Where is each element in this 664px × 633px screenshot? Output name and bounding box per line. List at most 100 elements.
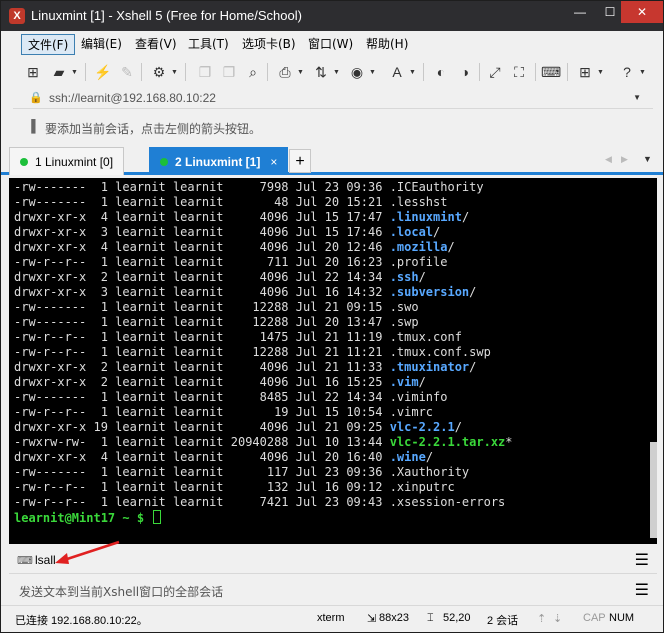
file-meta: -rw-r--r-- 1 learnit learnit 7421 Jul 23… bbox=[14, 495, 390, 509]
scroll-up-icon[interactable]: ⇡ bbox=[537, 612, 546, 625]
terminal-line: drwxr-xr-x 2 learnit learnit 4096 Jul 21… bbox=[14, 360, 476, 375]
menu-help[interactable]: 帮助(H) bbox=[360, 34, 414, 55]
chevron-down-icon[interactable]: ▼ bbox=[633, 93, 641, 102]
address-bar[interactable]: 🔒 ssh://learnit@192.168.80.10:22 ▼ bbox=[13, 87, 653, 109]
toolbar-separator bbox=[185, 63, 186, 81]
file-meta: -rw------- 1 learnit learnit 12288 Jul 2… bbox=[14, 300, 390, 314]
menu-window[interactable]: 窗口(W) bbox=[302, 34, 359, 55]
terminal-line: -rw-r--r-- 1 learnit learnit 7421 Jul 23… bbox=[14, 495, 505, 510]
file-meta: drwxr-xr-x 2 learnit learnit 4096 Jul 21… bbox=[14, 360, 390, 374]
tab-close-icon[interactable]: × bbox=[270, 155, 277, 169]
dir-suffix: / bbox=[418, 270, 426, 284]
transfer-dropdown-caret[interactable]: ▼ bbox=[333, 69, 340, 76]
terminal-line: drwxr-xr-x 2 learnit learnit 4096 Jul 22… bbox=[14, 270, 426, 285]
properties-dropdown-caret[interactable]: ▼ bbox=[171, 69, 178, 76]
terminal-line: -rwxrw-rw- 1 learnit learnit 20940288 Ju… bbox=[14, 435, 513, 450]
globe-dropdown-caret[interactable]: ▼ bbox=[369, 69, 376, 76]
file-name: .xinputrc bbox=[389, 480, 455, 494]
keyboard-icon: ⌨ bbox=[17, 555, 33, 567]
menu-file[interactable]: 文件(F) bbox=[21, 34, 76, 55]
print-dropdown-caret[interactable]: ▼ bbox=[297, 69, 304, 76]
file-name: .swp bbox=[389, 315, 419, 329]
minimize-button[interactable]: — bbox=[565, 1, 595, 23]
file-meta: -rwxrw-rw- 1 learnit learnit 20940288 Ju… bbox=[14, 435, 390, 449]
tab-scroll-right-icon[interactable]: ▶ bbox=[621, 154, 628, 165]
new-tab-dropdown-caret[interactable]: ▼ bbox=[597, 69, 604, 76]
toolbar-separator bbox=[85, 63, 86, 81]
paste-icon[interactable]: ❐ bbox=[219, 62, 239, 82]
file-meta: drwxr-xr-x 2 learnit learnit 4096 Jul 22… bbox=[14, 270, 390, 284]
status-bar: 已连接 192.168.80.10:22。 xterm ⇲ 88x23 ⌶ 52… bbox=[1, 605, 663, 632]
terminal-line: drwxr-xr-x 4 learnit learnit 4096 Jul 20… bbox=[14, 240, 455, 255]
xmanager-icon[interactable]: ◑ bbox=[455, 62, 475, 82]
lock-screen-icon[interactable]: ⛶ bbox=[509, 62, 529, 82]
tab-label: 2 Linuxmint [1] bbox=[175, 155, 261, 169]
session-hint-bar: ▐ 要添加当前会话，点击左侧的箭头按钮。 bbox=[13, 115, 653, 139]
help-icon[interactable]: ? bbox=[617, 62, 637, 82]
add-tab-button[interactable]: + bbox=[289, 149, 311, 173]
close-button[interactable]: ✕ bbox=[621, 1, 663, 23]
resize-icon: ⇲ bbox=[367, 613, 377, 625]
file-meta: drwxr-xr-x 3 learnit learnit 4096 Jul 15… bbox=[14, 225, 390, 239]
file-meta: -rw-r--r-- 1 learnit learnit 1475 Jul 21… bbox=[14, 330, 390, 344]
terminal-line: -rw------- 1 learnit learnit 48 Jul 20 1… bbox=[14, 195, 447, 210]
address-field[interactable]: ssh://learnit@192.168.80.10:22 bbox=[49, 91, 216, 105]
terminal-line: -rw-r--r-- 1 learnit learnit 711 Jul 20 … bbox=[14, 255, 447, 270]
terminal-screen[interactable]: -rw------- 1 learnit learnit 7998 Jul 23… bbox=[9, 178, 657, 544]
menu-icon[interactable]: ☰ bbox=[635, 580, 649, 600]
terminal-line: -rw-r--r-- 1 learnit learnit 132 Jul 16 … bbox=[14, 480, 455, 495]
bookmark-arrow-icon[interactable]: ▐ bbox=[27, 119, 36, 133]
send-all-bar[interactable]: 发送文本到当前Xshell窗口的全部会话 ☰ bbox=[9, 577, 657, 603]
menu-tools[interactable]: 工具(T) bbox=[182, 34, 235, 55]
file-meta: -rw------- 1 learnit learnit 117 Jul 23 … bbox=[14, 465, 390, 479]
menu-edit[interactable]: 编辑(E) bbox=[75, 34, 128, 55]
file-meta: drwxr-xr-x 4 learnit learnit 4096 Jul 20… bbox=[14, 240, 390, 254]
menu-tab[interactable]: 选项卡(B) bbox=[236, 34, 302, 55]
toolbar-separator bbox=[267, 63, 268, 81]
terminal-scrollbar[interactable] bbox=[649, 178, 657, 544]
new-tab-icon[interactable]: ⊞ bbox=[575, 62, 595, 82]
fullscreen-icon[interactable]: ⤢ bbox=[485, 62, 505, 82]
terminal-line: -rw------- 1 learnit learnit 8485 Jul 22… bbox=[14, 390, 447, 405]
print-icon[interactable]: ⎙ bbox=[275, 62, 295, 82]
menu-view[interactable]: 查看(V) bbox=[129, 34, 183, 55]
file-name: .lesshst bbox=[389, 195, 448, 209]
file-name: .vimrc bbox=[389, 405, 434, 419]
menu-icon[interactable]: ☰ bbox=[635, 550, 649, 570]
globe-icon[interactable]: ◉ bbox=[347, 62, 367, 82]
file-meta: drwxr-xr-x 4 learnit learnit 4096 Jul 20… bbox=[14, 450, 390, 464]
xftp-icon[interactable]: ◐ bbox=[431, 62, 451, 82]
open-dropdown-caret[interactable]: ▼ bbox=[71, 69, 78, 76]
tab-scroll-left-icon[interactable]: ◀ bbox=[605, 154, 612, 165]
disconnect-icon[interactable]: ✎ bbox=[117, 62, 137, 82]
dir-suffix: / bbox=[433, 225, 441, 239]
file-meta: -rw-r--r-- 1 learnit learnit 132 Jul 16 … bbox=[14, 480, 390, 494]
find-icon[interactable]: ⌕ bbox=[243, 62, 263, 82]
file-name: .wine bbox=[389, 450, 426, 464]
terminal-line: drwxr-xr-x 3 learnit learnit 4096 Jul 16… bbox=[14, 285, 476, 300]
open-folder-icon[interactable]: ▰ bbox=[49, 62, 69, 82]
file-name: .Xauthority bbox=[389, 465, 470, 479]
toolbar-separator bbox=[141, 63, 142, 81]
scroll-down-icon[interactable]: ⇣ bbox=[553, 612, 562, 625]
font-icon[interactable]: A bbox=[387, 62, 407, 82]
dir-suffix: / bbox=[425, 450, 434, 464]
tab-linuxmint-0[interactable]: 1 Linuxmint [0] bbox=[9, 147, 125, 175]
terminal-prompt-line[interactable]: learnit@Mint17 ~ $ bbox=[14, 510, 162, 525]
file-name: .tmux.conf.swp bbox=[389, 345, 491, 359]
scrollbar-thumb[interactable] bbox=[650, 442, 657, 538]
tab-linuxmint-1[interactable]: 2 Linuxmint [1] × bbox=[149, 147, 289, 175]
tab-list-icon[interactable]: ▼ bbox=[643, 154, 652, 164]
reconnect-icon[interactable]: ⚡ bbox=[93, 62, 113, 82]
font-dropdown-caret[interactable]: ▼ bbox=[409, 69, 416, 76]
new-session-icon[interactable]: ⊞ bbox=[23, 62, 43, 82]
transfer-icon[interactable]: ⇅ bbox=[311, 62, 331, 82]
keyboard-icon[interactable]: ⌨ bbox=[541, 62, 561, 82]
terminal-line: drwxr-xr-x 4 learnit learnit 4096 Jul 15… bbox=[14, 210, 469, 225]
properties-icon[interactable]: ⚙ bbox=[149, 62, 169, 82]
terminal-line: -rw------- 1 learnit learnit 12288 Jul 2… bbox=[14, 300, 419, 315]
help-dropdown-caret[interactable]: ▼ bbox=[639, 69, 646, 76]
terminal-line: -rw-r--r-- 1 learnit learnit 12288 Jul 2… bbox=[14, 345, 491, 360]
copy-icon[interactable]: ❐ bbox=[195, 62, 215, 82]
send-all-input[interactable]: 发送文本到当前Xshell窗口的全部会话 bbox=[19, 583, 223, 600]
